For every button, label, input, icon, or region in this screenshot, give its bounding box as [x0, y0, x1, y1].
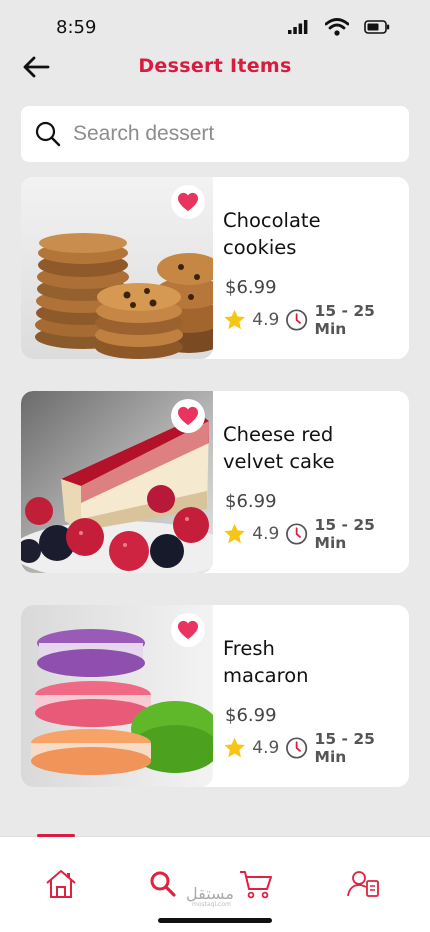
dessert-card[interactable]: Chocolate cookies $6.99 4.9 15 - 25 Min	[21, 177, 409, 359]
wifi-icon	[325, 18, 349, 36]
search-icon	[35, 121, 61, 147]
profile-icon	[347, 871, 379, 897]
dessert-image-cheesecake	[21, 391, 213, 573]
dessert-image-cookies	[21, 177, 213, 359]
battery-icon	[364, 20, 390, 34]
dessert-image-macaron	[21, 605, 213, 787]
home-indicator	[158, 918, 272, 923]
dessert-rating: 4.9	[252, 738, 280, 758]
dessert-meta: 4.9 15 - 25 Min	[223, 302, 409, 338]
heart-icon	[178, 620, 198, 640]
search-box[interactable]	[21, 106, 409, 162]
dessert-meta: 4.9 15 - 25 Min	[223, 730, 409, 766]
dessert-price: $6.99	[225, 705, 277, 726]
dessert-name: Chocolate cookies	[223, 209, 321, 259]
star-icon	[224, 737, 245, 758]
page-title: Dessert Items	[138, 55, 292, 77]
clock-icon	[286, 309, 308, 331]
clock-icon	[286, 737, 308, 759]
dessert-rating: 4.9	[252, 524, 280, 544]
cart-icon	[240, 871, 272, 899]
search-input[interactable]	[73, 122, 373, 146]
nav-search[interactable]	[145, 866, 181, 902]
nav-active-indicator	[37, 834, 75, 837]
dessert-meta: 4.9 15 - 25 Min	[223, 516, 409, 552]
home-icon	[46, 870, 76, 898]
dessert-price: $6.99	[225, 491, 277, 512]
dessert-name: Cheese red velvet cake	[223, 423, 335, 473]
signal-icon	[288, 20, 308, 34]
nav-profile[interactable]	[346, 866, 382, 902]
dessert-price: $6.99	[225, 277, 277, 298]
heart-icon	[178, 406, 198, 426]
dessert-name: Fresh macaron	[223, 637, 309, 687]
status-bar: 8:59	[0, 0, 430, 50]
star-icon	[224, 523, 245, 544]
search-icon	[150, 871, 176, 897]
favorite-button[interactable]	[171, 399, 205, 433]
dessert-card[interactable]: Cheese red velvet cake $6.99 4.9 15 - 25…	[21, 391, 409, 573]
dessert-time: 15 - 25 Min	[314, 516, 375, 552]
dessert-time: 15 - 25 Min	[314, 730, 375, 766]
watermark-url: mostaql.com	[192, 901, 231, 908]
dessert-rating: 4.9	[252, 310, 280, 330]
clock-icon	[286, 523, 308, 545]
status-time: 8:59	[56, 17, 97, 38]
dessert-time: 15 - 25 Min	[314, 302, 375, 338]
heart-icon	[178, 192, 198, 212]
nav-home[interactable]	[43, 866, 79, 902]
nav-cart[interactable]	[238, 866, 274, 902]
star-icon	[224, 309, 245, 330]
favorite-button[interactable]	[171, 185, 205, 219]
dessert-card[interactable]: Fresh macaron $6.99 4.9 15 - 25 Min	[21, 605, 409, 787]
favorite-button[interactable]	[171, 613, 205, 647]
